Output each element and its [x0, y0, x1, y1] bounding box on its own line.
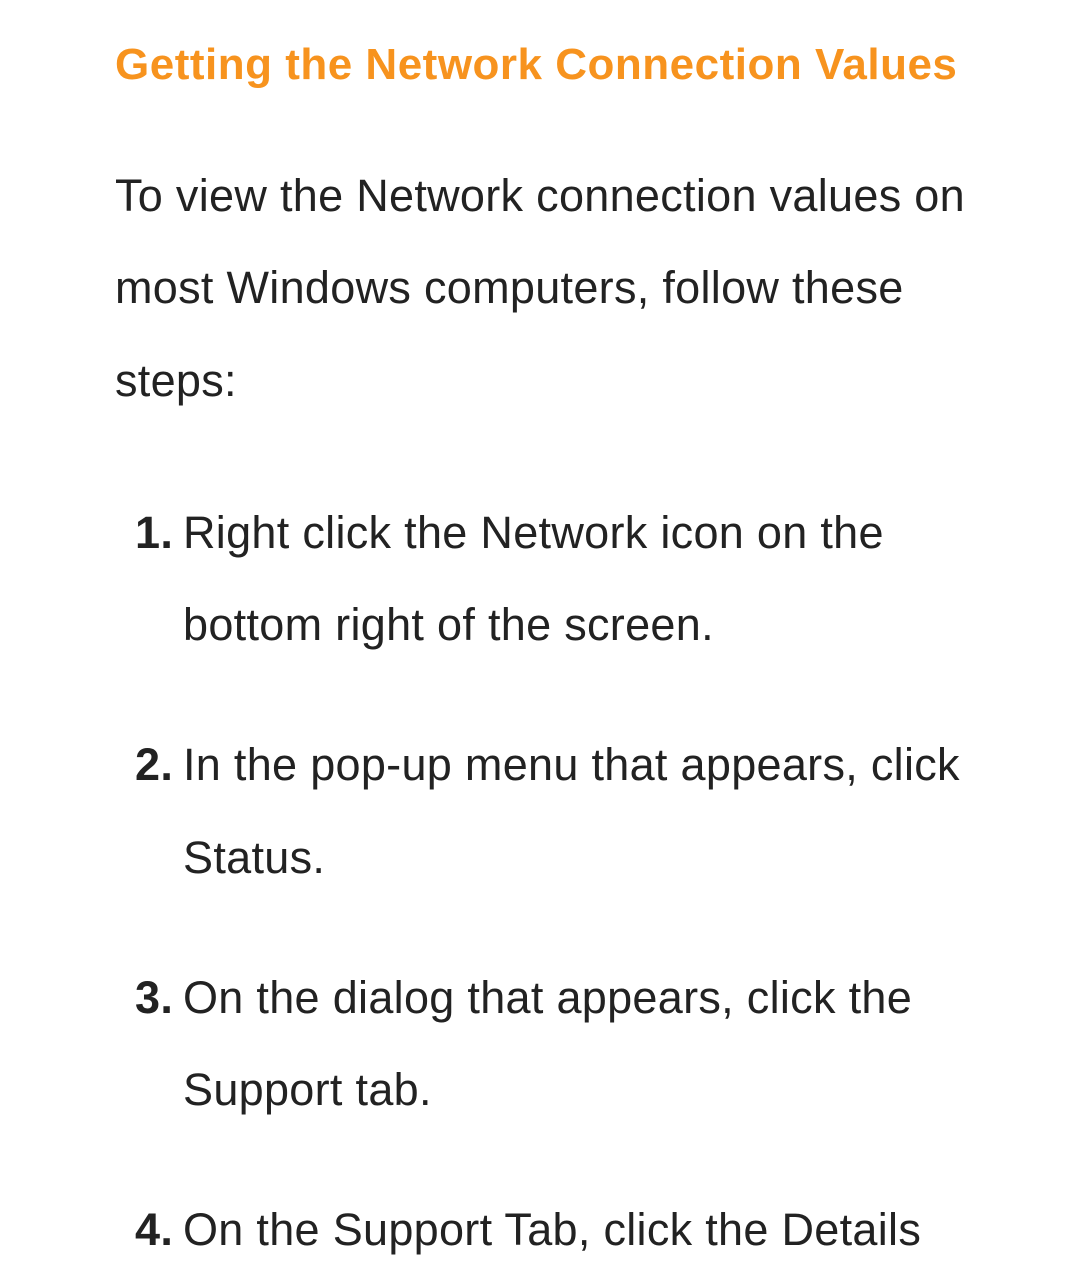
- step-text: Right click the Network icon on the bott…: [183, 507, 884, 650]
- step-item: 3. On the dialog that appears, click the…: [135, 952, 1025, 1137]
- step-number: 2.: [135, 719, 173, 811]
- step-text: On the Support Tab, click the Details: [183, 1204, 921, 1255]
- intro-paragraph: To view the Network connection values on…: [115, 150, 1025, 427]
- step-text: On the dialog that appears, click the Su…: [183, 972, 912, 1115]
- step-number: 3.: [135, 952, 173, 1044]
- step-item: 1. Right click the Network icon on the b…: [135, 487, 1025, 672]
- step-item: 2. In the pop-up menu that appears, clic…: [135, 719, 1025, 904]
- step-item: 4. On the Support Tab, click the Details: [135, 1184, 1025, 1276]
- section-heading: Getting the Network Connection Values: [115, 40, 1025, 90]
- step-number: 1.: [135, 487, 173, 579]
- step-text: In the pop-up menu that appears, click S…: [183, 739, 960, 882]
- step-number: 4.: [135, 1184, 173, 1276]
- steps-list: 1. Right click the Network icon on the b…: [115, 487, 1025, 1277]
